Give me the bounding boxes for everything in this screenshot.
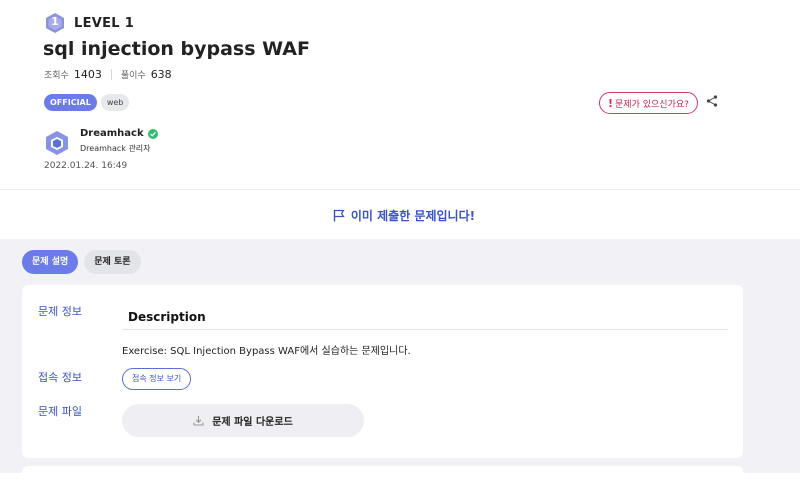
flag-icon: [333, 209, 345, 221]
exclamation-icon: !: [608, 96, 614, 110]
tab-discussion[interactable]: 문제 토론: [84, 250, 141, 274]
report-problem-label: 문제가 있으신가요?: [615, 99, 689, 110]
download-files-label: 문제 파일 다운로드: [212, 417, 293, 428]
stats-divider: [110, 69, 112, 80]
view-connection-info-button[interactable]: 접속 정보 보기: [122, 368, 192, 390]
author-role: Dreamhack 관리자: [80, 144, 151, 153]
section-label-files: 문제 파일: [38, 405, 82, 418]
level-label: LEVEL 1: [74, 15, 135, 31]
section-label-connection: 접속 정보: [38, 371, 82, 384]
share-icon[interactable]: [706, 95, 718, 107]
tag-web[interactable]: web: [100, 94, 130, 111]
solves-count: 638: [150, 68, 172, 81]
views-count: 1403: [73, 68, 102, 81]
content-tabs: 문제 설명 문제 토론: [22, 250, 141, 274]
author-name-row: Dreamhack: [80, 128, 158, 139]
download-files-button[interactable]: 문제 파일 다운로드: [122, 404, 364, 437]
next-card: [22, 466, 743, 486]
author-info: Dreamhack Dreamhack 관리자: [44, 128, 158, 156]
description-text: Exercise: SQL Injection Bypass WAF에서 실습하…: [122, 346, 411, 357]
page-title: sql injection bypass WAF: [43, 38, 310, 60]
challenge-stats: 조회수 1403 풀이수 638: [44, 68, 172, 81]
description-heading: Description: [128, 310, 206, 324]
report-problem-button[interactable]: ! 문제가 있으신가요?: [599, 92, 698, 114]
section-label-info: 문제 정보: [38, 305, 82, 318]
tag-list: OFFICIAL web: [44, 94, 130, 111]
challenge-info-card: 문제 정보 Description Exercise: SQL Injectio…: [22, 285, 743, 458]
description-divider: [122, 329, 728, 330]
level-number: 1: [51, 15, 59, 28]
level-indicator: 1 LEVEL 1: [44, 12, 134, 34]
submitted-status-bar: 이미 제출한 문제입니다!: [0, 189, 800, 240]
author-name[interactable]: Dreamhack: [80, 128, 144, 139]
views-label: 조회수: [44, 71, 69, 81]
avatar[interactable]: [44, 130, 70, 156]
tab-description[interactable]: 문제 설명: [22, 250, 79, 274]
tag-official[interactable]: OFFICIAL: [44, 94, 97, 111]
verified-check-icon: [147, 128, 158, 139]
publish-date: 2022.01.24. 16:49: [44, 161, 128, 171]
level-badge-icon: 1: [44, 12, 66, 34]
challenge-header: 1 LEVEL 1 sql injection bypass WAF 조회수 1…: [0, 0, 800, 188]
download-icon: [193, 416, 204, 426]
solves-label: 풀이수: [120, 71, 146, 81]
submitted-message: 이미 제출한 문제입니다!: [350, 208, 476, 223]
